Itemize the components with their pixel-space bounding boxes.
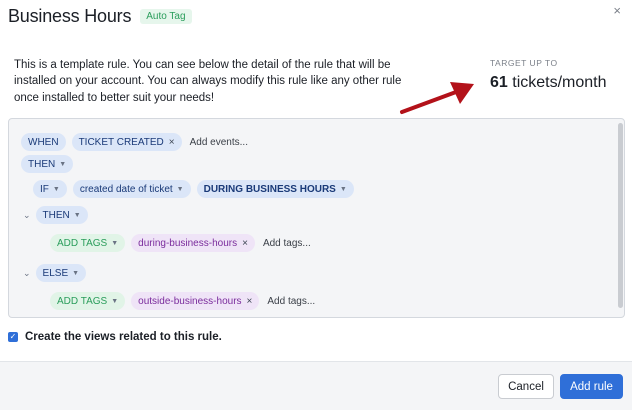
then-action-selector[interactable]: ADD TAGS ▼	[50, 234, 126, 252]
remove-tag-icon[interactable]: ×	[242, 238, 248, 249]
caret-down-icon: ▼	[59, 160, 67, 168]
else-selector[interactable]: ELSE ▼	[35, 264, 87, 282]
remove-event-icon[interactable]: ×	[169, 137, 175, 148]
caret-down-icon: ▼	[111, 239, 119, 247]
collapse-chevron-icon[interactable]: ⌄	[23, 268, 31, 279]
modal-header: Business Hours Auto Tag	[8, 4, 192, 28]
inner-then-row: ⌄ THEN ▼	[23, 206, 88, 224]
else-row: ⌄ ELSE ▼	[23, 264, 87, 282]
if-row: IF ▼ created date of ticket ▼ DURING BUSIN…	[33, 180, 354, 198]
modal-title: Business Hours	[8, 5, 132, 26]
then-action-row: ADD TAGS ▼ during-business-hours × Add tag…	[50, 234, 311, 252]
target-label: TARGET UP TO	[490, 58, 558, 68]
tag-outside-business-hours[interactable]: outside-business-hours ×	[131, 292, 260, 310]
create-views-label: Create the views related to this rule.	[25, 331, 222, 343]
remove-tag-icon[interactable]: ×	[247, 296, 253, 307]
close-icon[interactable]: ×	[613, 3, 621, 18]
add-tags-input[interactable]: Add tags...	[263, 238, 311, 249]
collapse-chevron-icon[interactable]: ⌄	[23, 210, 31, 221]
caret-down-icon: ▼	[339, 185, 347, 193]
caret-down-icon: ▼	[52, 185, 60, 193]
add-rule-button[interactable]: Add rule	[560, 374, 623, 399]
add-events-input[interactable]: Add events...	[190, 137, 248, 148]
then-selector[interactable]: THEN ▼	[21, 155, 74, 173]
cancel-button[interactable]: Cancel	[498, 374, 554, 399]
caret-down-icon: ▼	[111, 297, 119, 305]
then-row: THEN ▼	[21, 155, 74, 173]
when-row: WHEN TICKET CREATED × Add events...	[21, 133, 248, 151]
create-views-option[interactable]: ✓ Create the views related to this rule.	[8, 331, 222, 343]
target-unit: tickets/month	[512, 74, 607, 91]
add-rule-modal: Business Hours Auto Tag × This is a temp…	[0, 0, 632, 410]
else-action-row: ADD TAGS ▼ outside-business-hours × Add ta…	[50, 292, 315, 310]
condition-field[interactable]: created date of ticket ▼	[72, 180, 191, 198]
tag-during-business-hours[interactable]: during-business-hours ×	[131, 234, 255, 252]
caret-down-icon: ▼	[176, 185, 184, 193]
else-action-selector[interactable]: ADD TAGS ▼	[50, 292, 126, 310]
target-count: 61	[490, 74, 508, 91]
when-label: WHEN	[21, 133, 66, 151]
target-estimate: TARGET UP TO 61 tickets/month	[490, 58, 607, 92]
rule-description: This is a template rule. You can see bel…	[14, 59, 402, 104]
red-arrow-icon	[400, 82, 474, 114]
editor-scrollbar[interactable]	[618, 123, 623, 308]
create-views-checkbox[interactable]: ✓	[8, 332, 18, 342]
modal-footer: Cancel Add rule	[0, 361, 632, 410]
add-tags-input-2[interactable]: Add tags...	[267, 296, 315, 307]
inner-then-selector[interactable]: THEN ▼	[35, 206, 88, 224]
event-ticket-created[interactable]: TICKET CREATED ×	[71, 133, 182, 151]
target-value: 61 tickets/month	[490, 74, 607, 92]
rule-editor: WHEN TICKET CREATED × Add events... THEN ▼…	[8, 118, 625, 318]
caret-down-icon: ▼	[73, 211, 81, 219]
auto-tag-badge: Auto Tag	[140, 8, 192, 24]
caret-down-icon: ▼	[72, 269, 80, 277]
if-selector[interactable]: IF ▼	[33, 180, 67, 198]
condition-value[interactable]: DURING BUSINESS HOURS ▼	[196, 180, 354, 198]
